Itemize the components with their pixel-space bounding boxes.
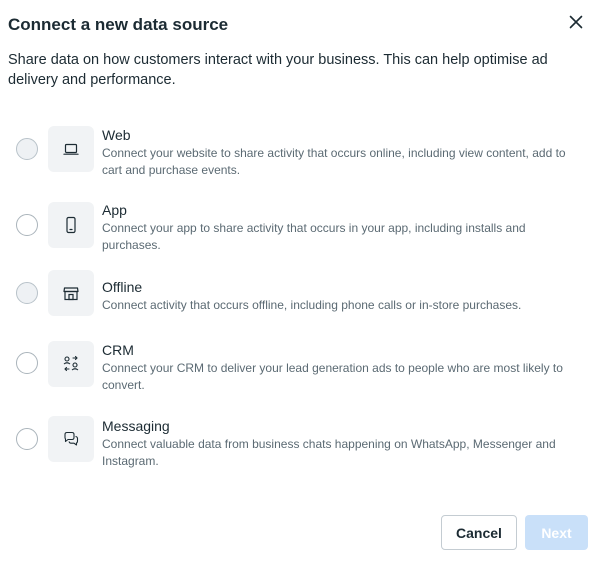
option-title: App [102,202,127,218]
laptop-icon [48,126,94,172]
option-description: Connect your website to share activity t… [102,146,566,177]
option-description: Connect valuable data from business chat… [102,437,556,468]
option-app[interactable]: App Connect your app to share activity t… [0,200,604,260]
option-messaging[interactable]: Messaging Connect valuable data from bus… [0,416,604,480]
cancel-button[interactable]: Cancel [441,515,517,550]
store-icon [48,270,94,316]
option-web[interactable]: Web Connect your website to share activi… [0,124,604,184]
radio-crm[interactable] [16,352,38,374]
connect-data-source-dialog: Connect a new data source Share data on … [0,0,604,561]
option-title: Offline [102,279,143,295]
radio-messaging[interactable] [16,428,38,450]
dialog-subtitle: Share data on how customers interact wit… [8,52,548,88]
radio-app[interactable] [16,214,38,236]
mobile-phone-icon [48,202,94,248]
radio-offline[interactable] [16,282,38,304]
option-description: Connect your app to share activity that … [102,221,526,252]
chat-bubbles-icon [48,416,94,462]
close-button[interactable] [562,12,590,36]
close-icon [569,15,583,34]
option-description: Connect your CRM to deliver your lead ge… [102,361,563,392]
option-crm[interactable]: CRM Connect your CRM to deliver your lea… [0,341,604,404]
option-title: Web [102,127,131,143]
option-offline[interactable]: Offline Connect activity that occurs off… [0,270,604,336]
option-description: Connect activity that occurs offline, in… [102,298,522,312]
people-sync-icon [48,341,94,387]
next-button[interactable]: Next [525,515,588,550]
radio-web[interactable] [16,138,38,160]
option-title: Messaging [102,418,170,434]
dialog-title: Connect a new data source [8,15,229,34]
option-title: CRM [102,342,134,358]
